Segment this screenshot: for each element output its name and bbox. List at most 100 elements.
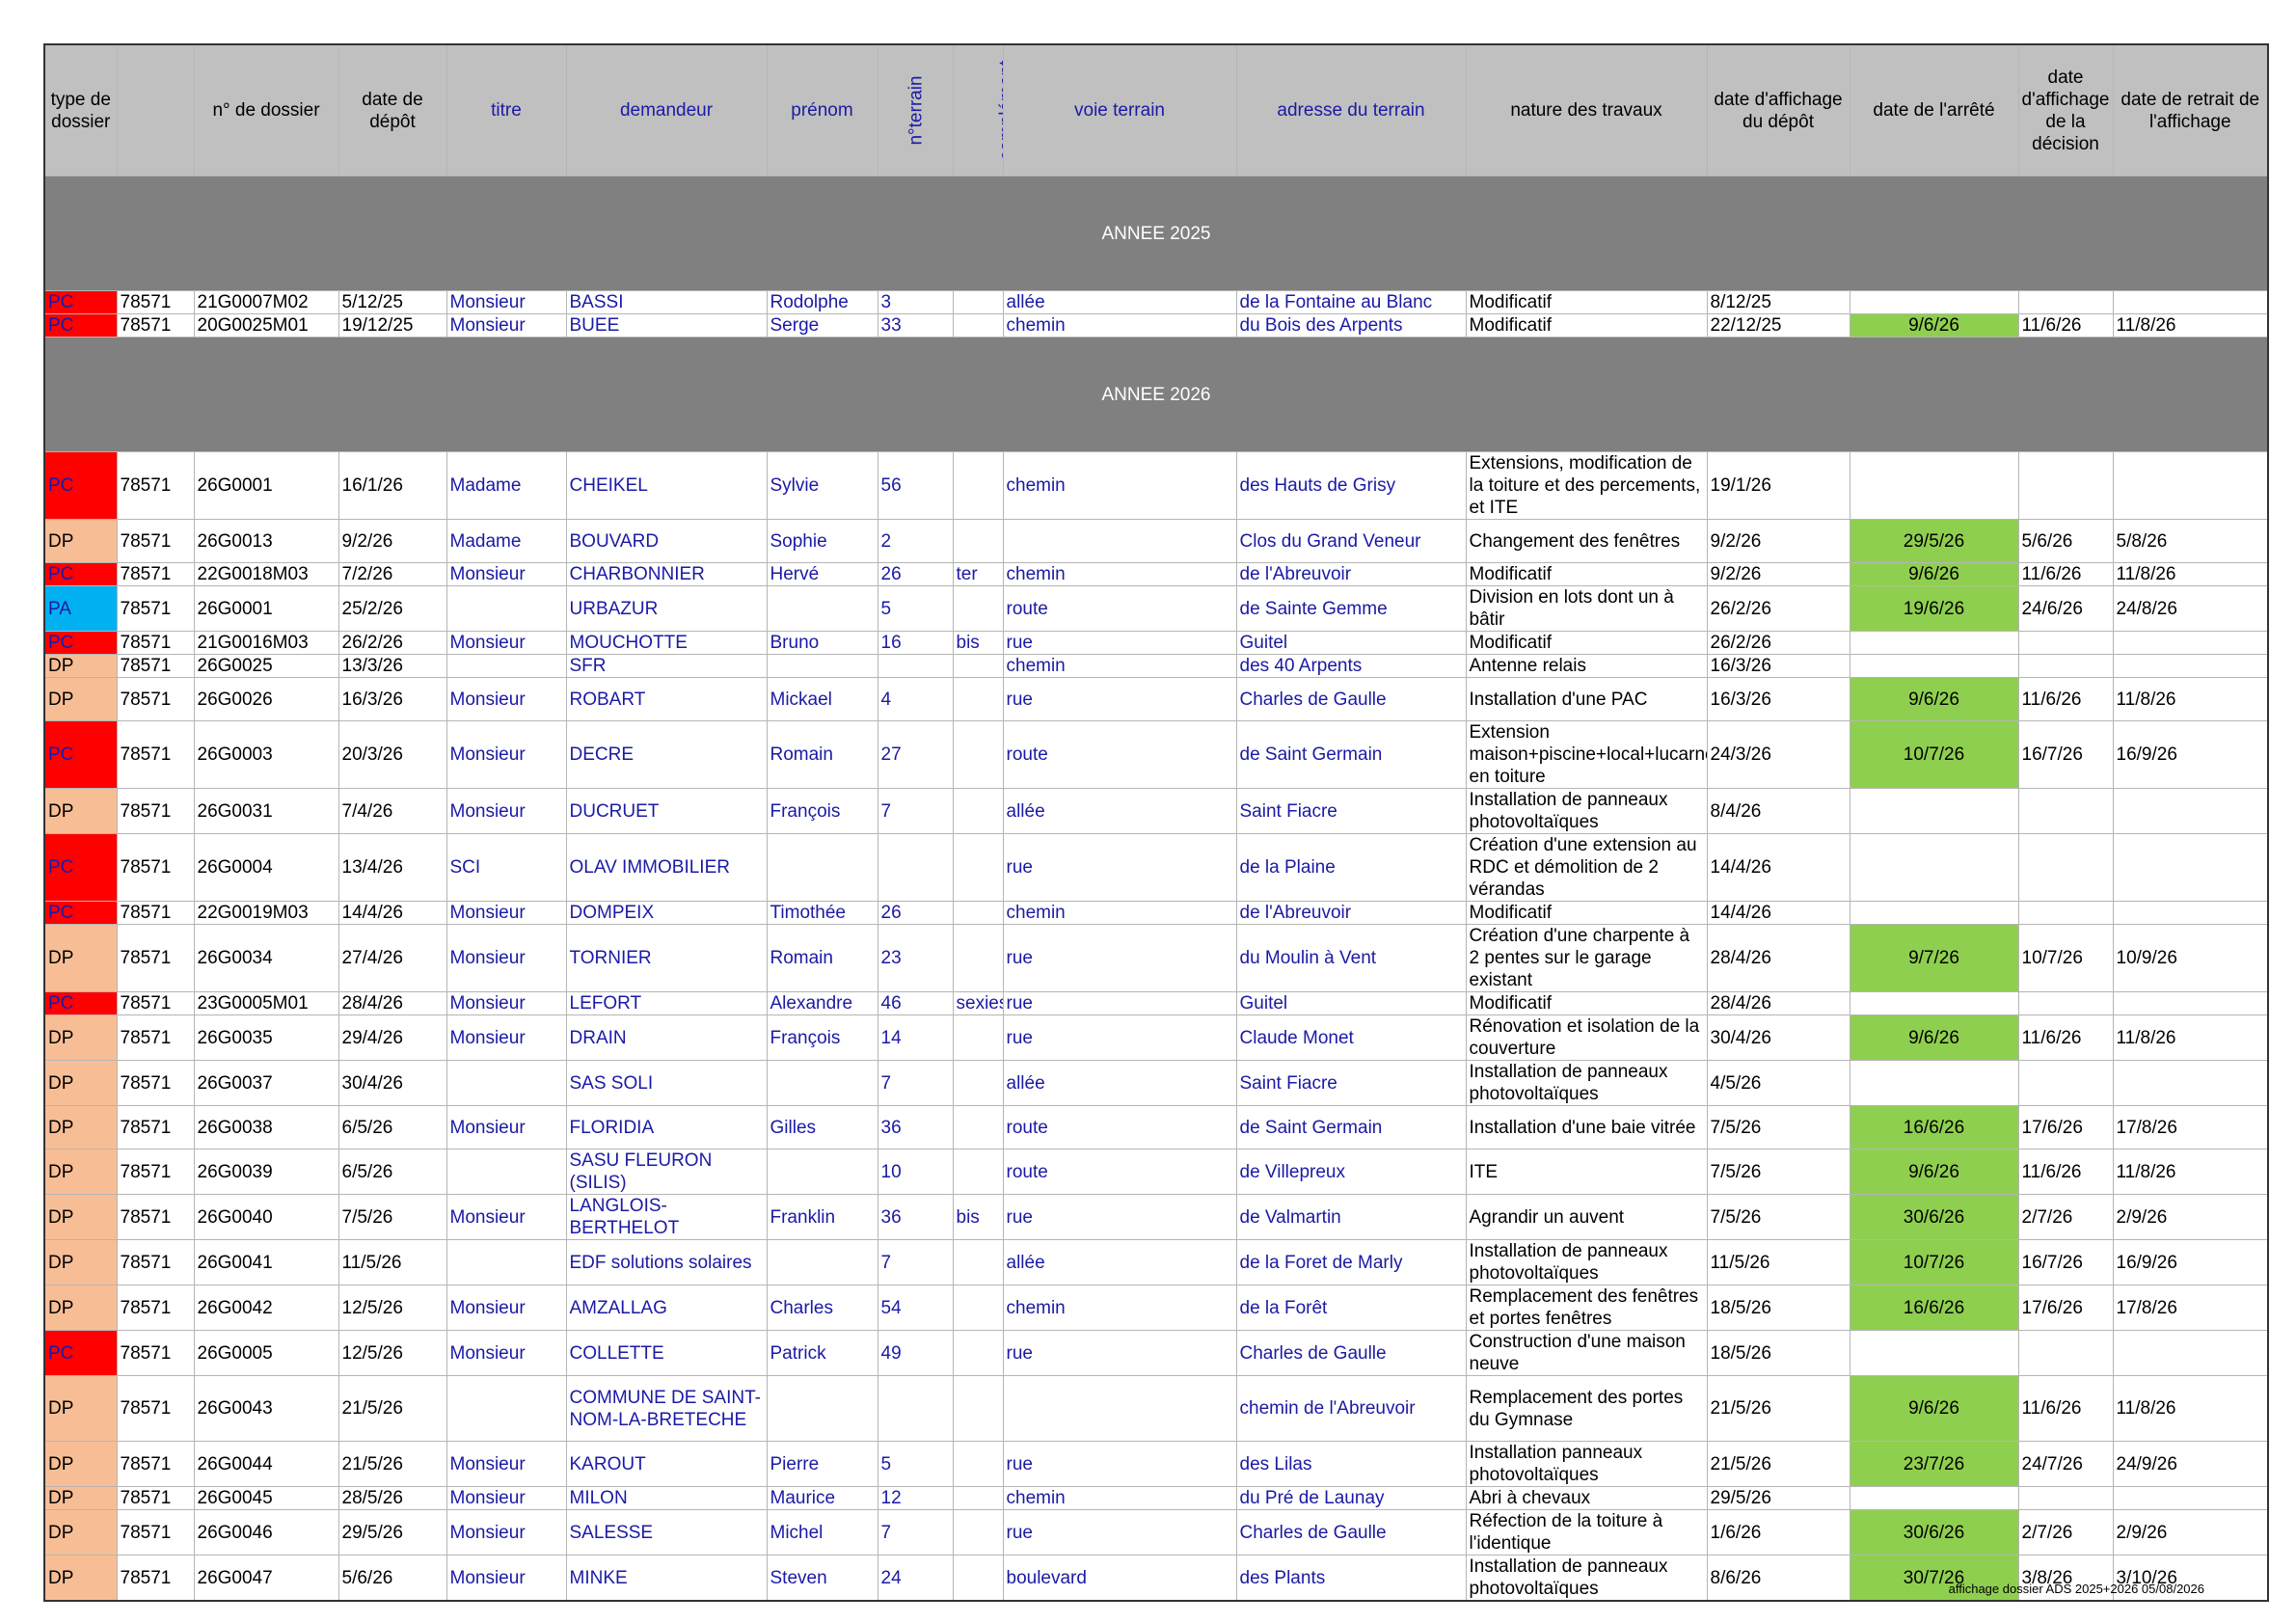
arrete-date-cell: 10/7/26 (1849, 720, 2019, 789)
aff-decision-cell: 16/7/26 (2017, 1239, 2114, 1285)
titre-cell: Monsieur (446, 1014, 567, 1061)
header-adresse: adresse du terrain (1235, 43, 1467, 176)
arrete-date-cell: 9/6/26 (1849, 677, 2019, 721)
titre-cell: Monsieur (446, 313, 567, 338)
table-row: PC 78571 23G0005M01 28/4/26 Monsieur LEFORT Al… (43, 991, 2269, 1015)
voie-cell: rue (1002, 631, 1237, 655)
retrait-cell: 11/8/26 (2112, 1014, 2269, 1061)
code-cell: 78571 (116, 1149, 195, 1195)
table-row: PC 78571 20G0025M01 19/12/25 Monsieur BUEE Ser… (43, 313, 2269, 338)
year-band-row: ANNEE 2025 (43, 176, 2269, 291)
num-terrain-cell: 2 (877, 519, 954, 563)
type-cell: DP (43, 924, 118, 992)
depot-date-cell: 25/2/26 (338, 585, 447, 632)
dossier-number-cell: 22G0018M03 (193, 562, 339, 586)
voie-cell: allée (1002, 290, 1237, 314)
code-cell: 78571 (116, 991, 195, 1015)
aff-depot-cell: 14/4/26 (1706, 833, 1850, 902)
aff-depot-cell: 24/3/26 (1706, 720, 1850, 789)
dossier-number-cell: 26G0026 (193, 677, 339, 721)
year-title: ANNEE 2025 (43, 176, 2269, 291)
adresse-cell: de l'Abreuvoir (1235, 901, 1467, 925)
prenom-cell: Sophie (766, 519, 878, 563)
titre-cell: Monsieur (446, 1105, 567, 1150)
demandeur-cell: EDF solutions solaires (565, 1239, 768, 1285)
prenom-cell: Michel (766, 1509, 878, 1555)
adresse-cell: Charles de Gaulle (1235, 677, 1467, 721)
titre-cell: Monsieur (446, 720, 567, 789)
dossier-number-cell: 26G0003 (193, 720, 339, 789)
dossier-number-cell: 26G0001 (193, 451, 339, 520)
code-cell: 78571 (116, 290, 195, 314)
nature-cell: Modificatif (1465, 991, 1708, 1015)
arrete-date-cell: 9/6/26 (1849, 562, 2019, 586)
type-cell: PC (43, 562, 118, 586)
code-cell: 78571 (116, 833, 195, 902)
prenom-cell: Pierre (766, 1441, 878, 1487)
header-nature: nature des travaux (1465, 43, 1708, 176)
header-depot: date de dépôt (338, 43, 447, 176)
arrete-date-cell (1849, 290, 2019, 314)
adresse-cell: Saint Fiacre (1235, 788, 1467, 834)
voie-cell: chemin (1002, 451, 1237, 520)
prenom-cell: Gilles (766, 1105, 878, 1150)
table-row: DP 78571 26G0037 30/4/26 SAS SOLI 7 allée Saint… (43, 1060, 2269, 1106)
demandeur-cell: COLLETTE (565, 1330, 768, 1376)
header-prenom: prénom (766, 43, 878, 176)
demandeur-cell: AMZALLAG (565, 1285, 768, 1331)
type-cell: PC (43, 991, 118, 1015)
header-dossier: n° de dossier (193, 43, 339, 176)
arrete-date-cell: 30/6/26 (1849, 1509, 2019, 1555)
dossier-number-cell: 26G0043 (193, 1375, 339, 1442)
complement-cell (952, 1014, 1004, 1061)
type-cell: DP (43, 1486, 118, 1510)
code-cell: 78571 (116, 1239, 195, 1285)
header-aff-decision: date d'affichage de la décision (2017, 43, 2114, 176)
table-row: DP 78571 26G0046 29/5/26 Monsieur SALESSE Mich… (43, 1509, 2269, 1555)
retrait-cell: 24/9/26 (2112, 1441, 2269, 1487)
dossier-number-cell: 26G0047 (193, 1555, 339, 1602)
prenom-cell: Hervé (766, 562, 878, 586)
type-cell: PC (43, 631, 118, 655)
titre-cell: Madame (446, 519, 567, 563)
nature-cell: Agrandir un auvent (1465, 1194, 1708, 1240)
adresse-cell: chemin de l'Abreuvoir (1235, 1375, 1467, 1442)
retrait-cell (2112, 833, 2269, 902)
table-row: DP 78571 26G0041 11/5/26 EDF solutions solai… (43, 1239, 2269, 1285)
retrait-cell: 24/8/26 (2112, 585, 2269, 632)
type-cell: DP (43, 677, 118, 721)
num-terrain-cell: 54 (877, 1285, 954, 1331)
retrait-cell (2112, 991, 2269, 1015)
code-cell: 78571 (116, 1060, 195, 1106)
adresse-cell: du Pré de Launay (1235, 1486, 1467, 1510)
type-cell: PC (43, 451, 118, 520)
table-row: PC 78571 26G0001 16/1/26 Madame CHEIKEL Sylvie… (43, 451, 2269, 520)
table-row: PC 78571 22G0019M03 14/4/26 Monsieur DOMPEIX T… (43, 901, 2269, 925)
retrait-cell (2112, 1060, 2269, 1106)
nature-cell: Modificatif (1465, 901, 1708, 925)
adresse-cell: Guitel (1235, 631, 1467, 655)
voie-cell: rue (1002, 1014, 1237, 1061)
complement-cell (952, 901, 1004, 925)
num-terrain-cell: 36 (877, 1105, 954, 1150)
titre-cell: Monsieur (446, 562, 567, 586)
nature-cell: Installation de panneaux photovoltaïques (1465, 788, 1708, 834)
prenom-cell: Franklin (766, 1194, 878, 1240)
aff-depot-cell: 28/4/26 (1706, 924, 1850, 992)
titre-cell (446, 1375, 567, 1442)
complement-cell (952, 1149, 1004, 1195)
aff-decision-cell: 16/7/26 (2017, 720, 2114, 789)
voie-cell: chemin (1002, 313, 1237, 338)
voie-cell: route (1002, 720, 1237, 789)
aff-decision-cell: 2/7/26 (2017, 1509, 2114, 1555)
aff-decision-cell: 11/6/26 (2017, 313, 2114, 338)
arrete-date-cell (1849, 654, 2019, 678)
header-num-terrain-label: n°terrain (905, 75, 927, 146)
demandeur-cell: SFR (565, 654, 768, 678)
table-row: DP 78571 26G0045 28/5/26 Monsieur MILON Mauric… (43, 1486, 2269, 1510)
dossier-number-cell: 26G0035 (193, 1014, 339, 1061)
titre-cell: Monsieur (446, 788, 567, 834)
prenom-cell: Romain (766, 720, 878, 789)
demandeur-cell: CHEIKEL (565, 451, 768, 520)
header-titre: titre (446, 43, 567, 176)
